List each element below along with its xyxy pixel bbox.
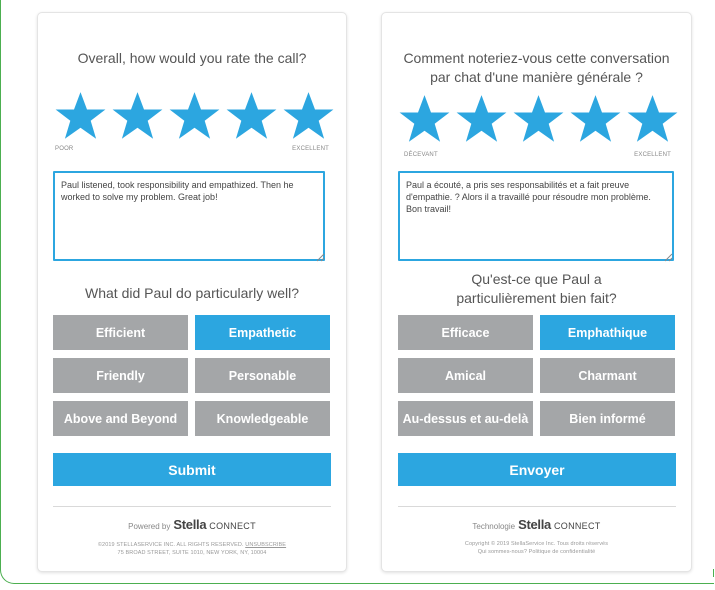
connect-logo: CONNECT [553, 521, 601, 531]
star-icon[interactable] [397, 93, 452, 145]
tag-above-and-beyond-button[interactable]: Above and Beyond [53, 401, 188, 436]
star-icon[interactable] [53, 90, 108, 142]
footer-divider [398, 506, 676, 507]
submit-button[interactable]: Submit [53, 453, 331, 486]
star-icon[interactable] [167, 90, 222, 142]
legal-line-2: 75 BROAD STREET, SUITE 1010, NEW YORK, N… [117, 550, 267, 556]
survey-card-french: Comment noteriez-vous cette conversation… [381, 12, 692, 572]
tag-personable-button[interactable]: Personable [195, 358, 330, 393]
star-icon[interactable] [511, 93, 566, 145]
tag-grid: Efficient Empathetic Friendly Personable… [53, 315, 331, 436]
scale-low-label: POOR [55, 146, 74, 152]
tag-knowledgeable-button[interactable]: Knowledgeable [195, 401, 330, 436]
star-icon[interactable] [224, 90, 279, 142]
tag-empathetic-button[interactable]: Empathetic [195, 315, 330, 350]
tag-friendly-button[interactable]: Friendly [53, 358, 188, 393]
rating-question: Comment noteriez-vous cette conversation… [403, 50, 670, 85]
star-icon[interactable] [110, 90, 165, 142]
tag-bien-informe-button[interactable]: Bien informé [540, 401, 675, 436]
comment-textarea[interactable] [398, 171, 674, 261]
frame-tick [713, 569, 714, 577]
tag-efficient-button[interactable]: Efficient [53, 315, 188, 350]
star-icon[interactable] [625, 93, 680, 145]
scale-high-label: EXCELLENT [292, 146, 329, 152]
star-icon[interactable] [568, 93, 623, 145]
star-icon[interactable] [281, 90, 336, 142]
followup-question: Qu'est-ce que Paul a particulièrement bi… [456, 271, 617, 306]
stella-logo: Stella [173, 517, 207, 532]
tag-au-dessus-button[interactable]: Au-dessus et au-delà [398, 401, 533, 436]
tag-grid: Efficace Emphathique Amical Charmant Au-… [398, 315, 676, 436]
footer-divider [53, 506, 331, 507]
copyright-text: ©2019 STELLASERVICE INC. ALL RIGHTS RESE… [97, 542, 244, 548]
legal-text: ©2019 STELLASERVICE INC. ALL RIGHTS RESE… [38, 541, 346, 557]
legal-line-1: Copyright © 2019 StellaService Inc. Tous… [464, 541, 609, 547]
tag-charmant-button[interactable]: Charmant [540, 358, 675, 393]
comment-textarea[interactable] [53, 171, 325, 261]
rating-question: Overall, how would you rate the call? [77, 50, 307, 66]
submit-button[interactable]: Envoyer [398, 453, 676, 486]
connect-logo: CONNECT [209, 521, 256, 531]
powered-by: Technologie Stella CONNECT [382, 517, 691, 532]
tag-efficace-button[interactable]: Efficace [398, 315, 533, 350]
powered-by: Powered by Stella CONNECT [38, 517, 346, 532]
legal-line-1: ©2019 STELLASERVICE INC. ALL RIGHTS RESE… [38, 541, 346, 549]
powered-prefix: Technologie [472, 522, 516, 531]
stella-logo: Stella [518, 517, 551, 532]
followup-question: What did Paul do particularly well? [85, 285, 299, 301]
survey-card-english: Overall, how would you rate the call? PO… [37, 12, 347, 572]
resize-grip-icon[interactable] [663, 252, 673, 262]
scale-low-label: DÉCEVANT [404, 152, 438, 158]
legal-line-2[interactable]: Qui sommes-nous? Politique de confidenti… [382, 548, 691, 556]
star-icon[interactable] [454, 93, 509, 145]
resize-grip-icon[interactable] [315, 252, 325, 262]
tag-emphathique-button[interactable]: Emphathique [540, 315, 675, 350]
star-rating[interactable] [397, 93, 680, 145]
scale-high-label: EXCELLENT [634, 152, 671, 158]
star-rating[interactable] [53, 90, 336, 142]
tag-amical-button[interactable]: Amical [398, 358, 533, 393]
legal-text: Copyright © 2019 StellaService Inc. Tous… [382, 540, 691, 556]
powered-prefix: Powered by [128, 522, 171, 531]
unsubscribe-link[interactable]: UNSUBSCRIBE [245, 542, 286, 548]
